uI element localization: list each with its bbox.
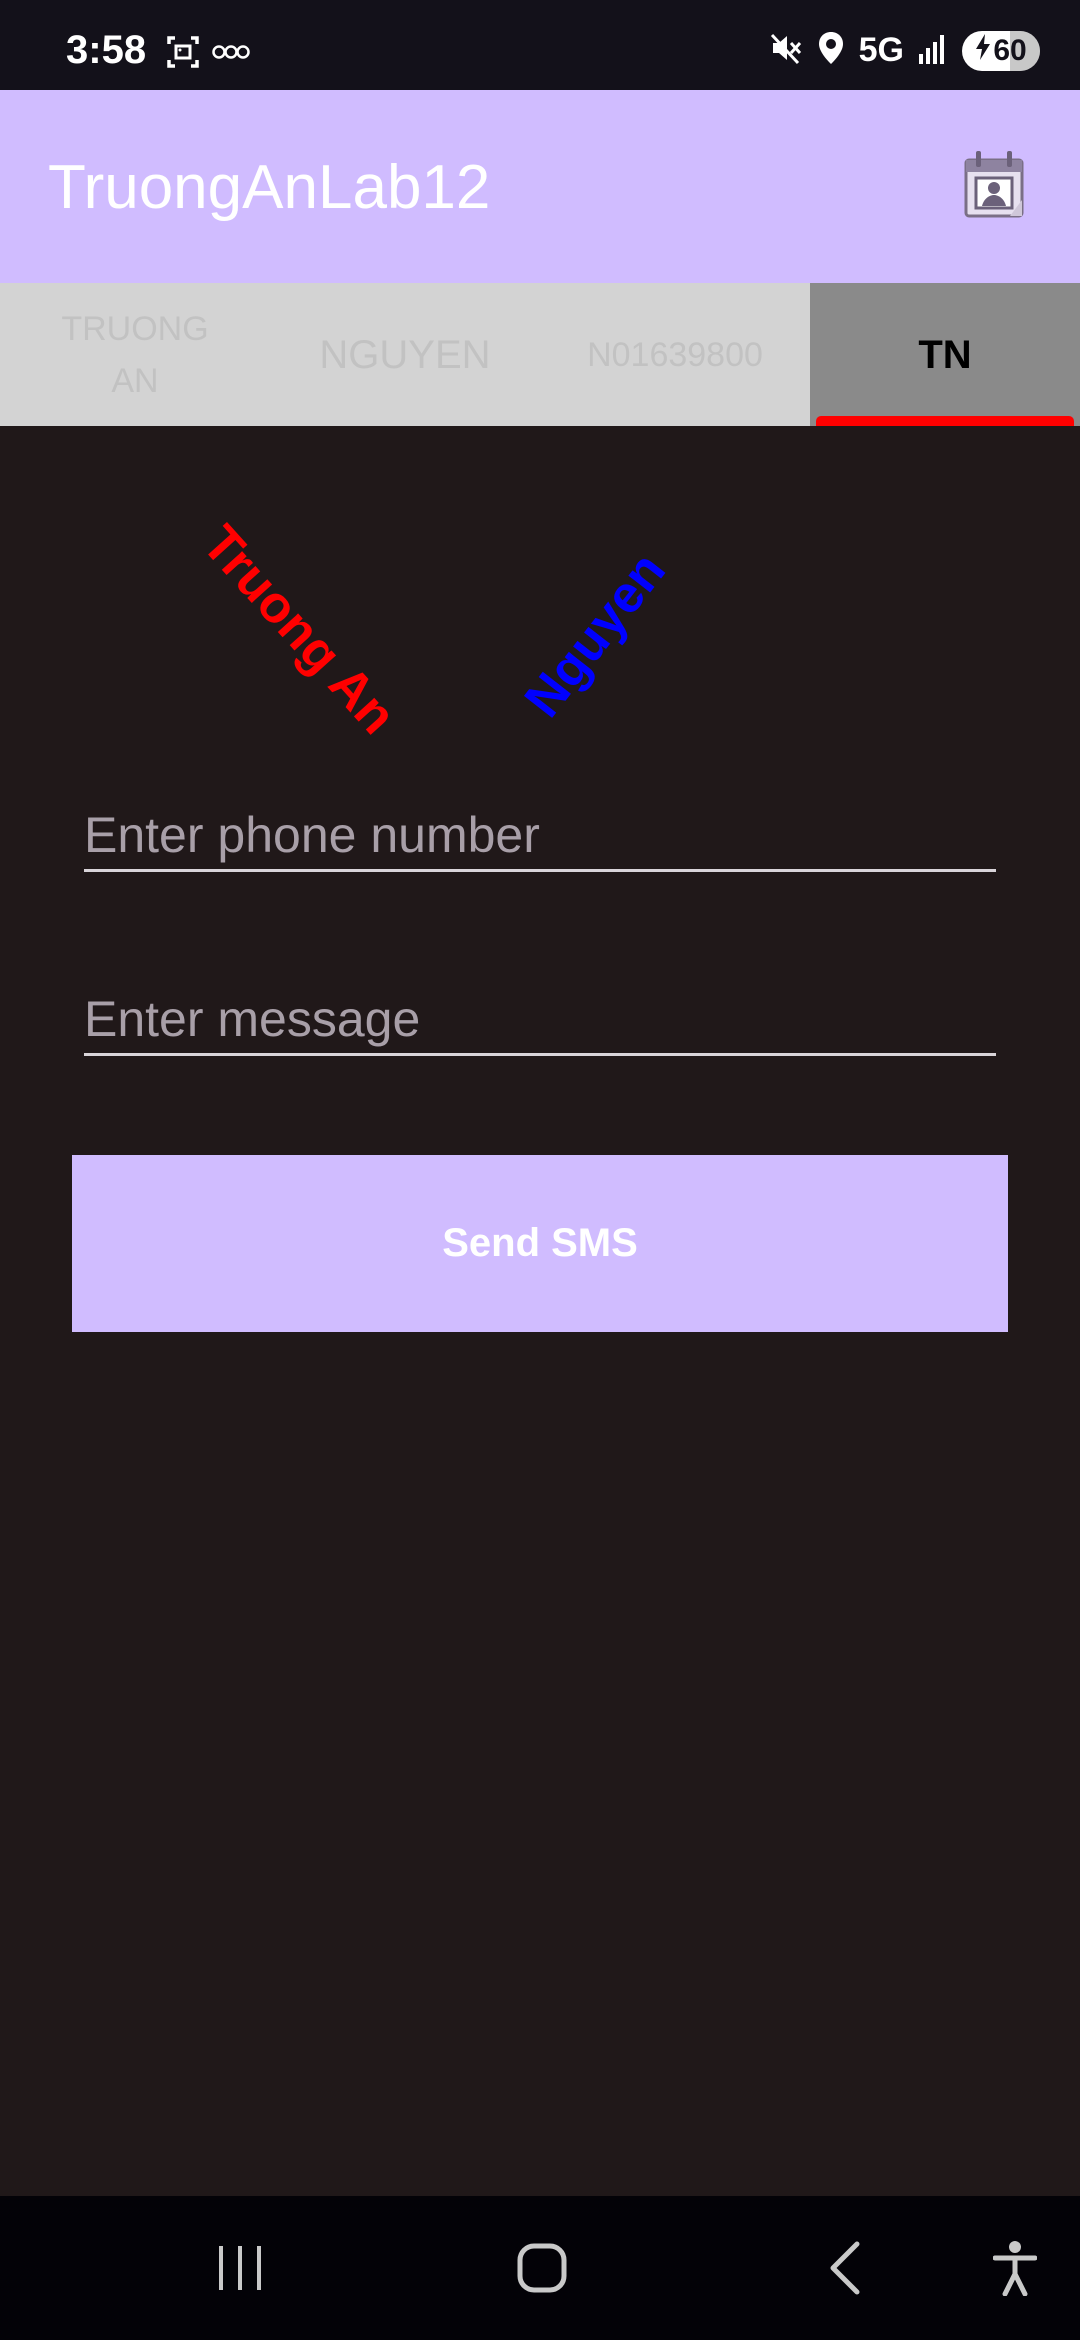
tab-label: TN <box>918 332 972 377</box>
accessibility-icon <box>993 2241 1037 2296</box>
status-left-icons <box>165 34 251 75</box>
network-label: 5G <box>858 31 904 69</box>
message-input[interactable] <box>84 966 996 1053</box>
bolt-icon <box>975 33 991 68</box>
app-title: TruongAnLab12 <box>48 153 491 222</box>
rotated-text-truong-an: Truong An <box>191 514 407 746</box>
voicemail-icon <box>211 42 251 67</box>
navigation-bar <box>0 2196 1080 2340</box>
back-icon <box>830 2241 860 2295</box>
status-time: 3:58 <box>66 28 147 72</box>
tab-truong-an[interactable]: TRUONG AN <box>0 283 270 426</box>
tab-n01639800[interactable]: N01639800 <box>540 283 810 426</box>
message-field <box>84 966 996 1056</box>
tab-label: TRUONG AN <box>61 309 209 400</box>
signal-icon <box>918 32 948 69</box>
screenshot-icon <box>165 34 201 75</box>
app-bar: TruongAnLab12 <box>0 90 1080 283</box>
contact-calendar-button[interactable] <box>960 148 1030 222</box>
tab-indicator <box>816 416 1074 426</box>
rotated-text-nguyen: Nguyen <box>513 542 677 728</box>
tab-label: NGUYEN <box>319 332 491 377</box>
tab-tn[interactable]: TN <box>810 283 1080 426</box>
battery-charging-icon: 60 <box>962 30 1040 71</box>
location-icon <box>817 30 845 71</box>
mute-icon <box>769 31 803 70</box>
send-sms-button[interactable]: Send SMS <box>72 1155 1008 1332</box>
battery-level: 60 <box>993 33 1027 67</box>
recents-button[interactable] <box>200 2236 280 2300</box>
accessibility-button[interactable] <box>978 2236 1052 2300</box>
tab-bar: TRUONG AN NGUYEN N01639800 TN <box>0 283 1080 426</box>
home-button[interactable] <box>500 2236 584 2300</box>
contact-calendar-icon <box>964 151 1024 218</box>
home-icon <box>517 2243 567 2293</box>
status-bar: 3:58 5G 60 <box>0 0 1080 90</box>
phone-input[interactable] <box>84 782 996 869</box>
phone-field <box>84 782 996 872</box>
screen: 3:58 5G 60 TruongAnLab12 TRUONG AN NGUYE… <box>0 0 1080 2340</box>
back-button[interactable] <box>810 2236 880 2300</box>
status-right: 5G 60 <box>769 30 1040 71</box>
tab-nguyen[interactable]: NGUYEN <box>270 283 540 426</box>
tab-label: N01639800 <box>587 335 763 374</box>
recents-icon <box>219 2246 261 2290</box>
